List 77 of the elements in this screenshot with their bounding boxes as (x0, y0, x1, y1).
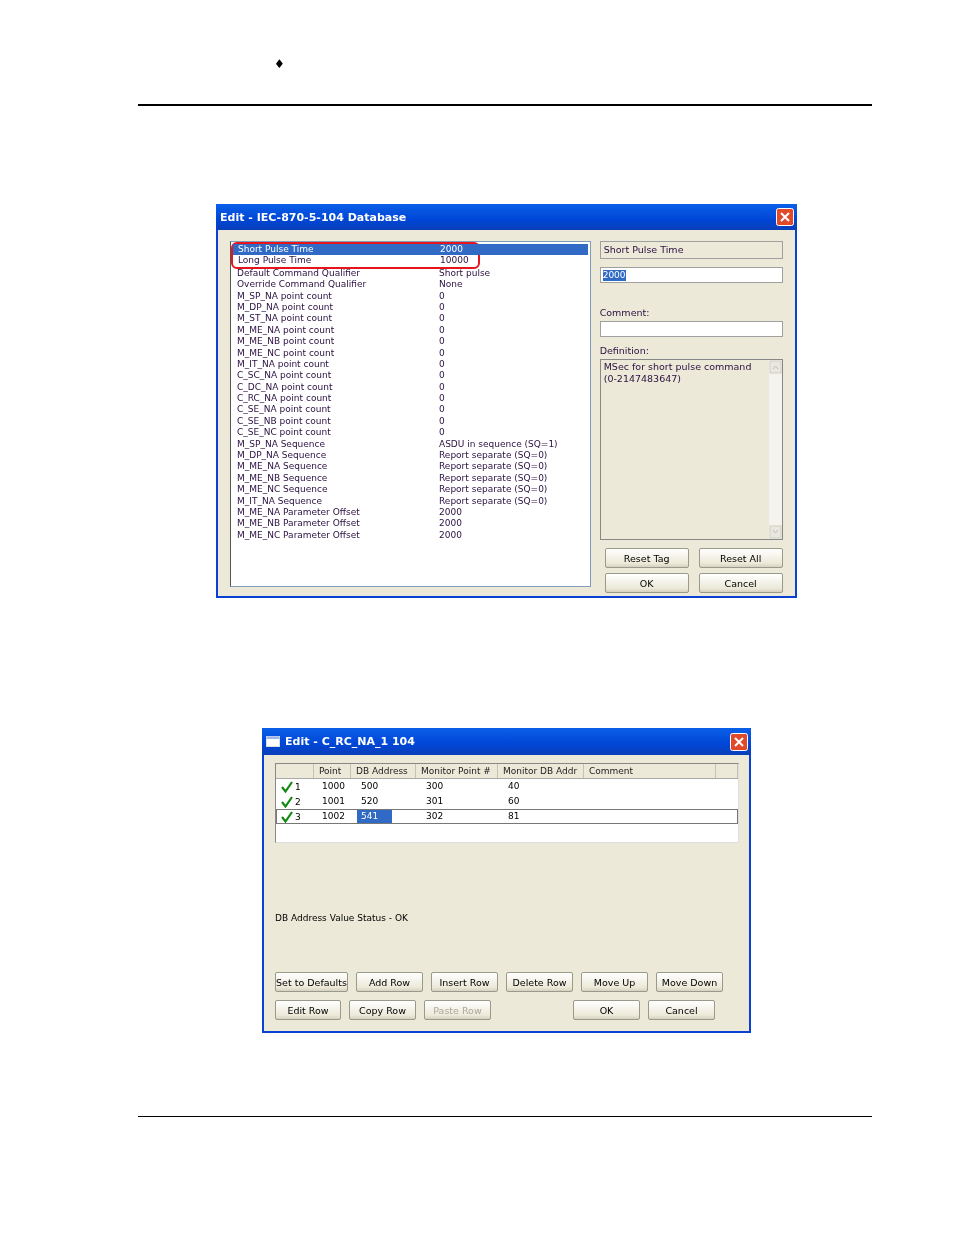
table-cell: 81 (508, 810, 520, 823)
parameter-row[interactable]: M_SP_NA Sequence ASDU in sequence (SQ=1) (232, 438, 590, 451)
parameter-row[interactable]: Override Command Qualifier None (232, 279, 590, 291)
parameter-row[interactable]: C_SE_NC point count 0 (232, 427, 590, 439)
table-cell: 500 (361, 780, 379, 793)
comment-label: Comment: (599, 307, 651, 319)
table-cell: 1000 (322, 780, 345, 793)
parameter-row[interactable]: M_IT_NA Sequence Report separate (SQ=0) (232, 495, 590, 507)
dialog-button[interactable]: Add Row (356, 972, 423, 992)
dialog-button[interactable]: Reset All (698, 548, 783, 568)
parameter-row[interactable]: M_DP_NA Sequence Report separate (SQ=0) (232, 450, 590, 462)
definition-text: MSec for short pulse command (0-2147483647) (602, 360, 753, 386)
close-icon[interactable] (776, 208, 794, 226)
dialog-button[interactable]: OK (573, 1000, 640, 1020)
column-header[interactable]: DB Address (351, 764, 416, 778)
value-input[interactable]: 2000 (599, 267, 783, 283)
table-cell: 541 (357, 810, 393, 823)
parameter-row[interactable]: M_ME_NA Parameter Offset 2000 (232, 507, 590, 519)
table-row[interactable]: 1 1000 500 300 40 (276, 779, 738, 794)
table-cell: 1001 (322, 795, 345, 808)
dialog-button[interactable]: OK (604, 573, 689, 593)
window-title: Edit - IEC-870-5-104 Database (220, 210, 408, 224)
scrollbar[interactable] (769, 360, 782, 539)
dialog-button[interactable]: Cancel (648, 1000, 715, 1020)
dialog-button[interactable]: Delete Row (506, 972, 573, 992)
parameter-row[interactable]: M_ME_NB Sequence Report separate (SQ=0) (232, 472, 590, 485)
dialog-button[interactable]: Move Down (656, 972, 723, 992)
parameter-row[interactable]: Short Pulse Time 2000 (233, 244, 588, 256)
row-number: 3 (295, 811, 301, 822)
parameter-row[interactable]: M_ME_NB point count 0 (232, 336, 590, 348)
parameter-row[interactable]: M_ME_NB Parameter Offset 2000 (232, 518, 590, 530)
column-header[interactable]: Point (314, 764, 351, 778)
dialog-button[interactable]: Move Up (581, 972, 648, 992)
table-cell: 520 (361, 795, 379, 808)
parameter-row[interactable]: C_RC_NA point count 0 (232, 393, 590, 405)
status-text: DB Address Value Status - OK (275, 913, 409, 923)
parameter-row[interactable]: M_ME_NA point count 0 (232, 324, 590, 337)
dialog-button[interactable]: Edit Row (275, 1000, 341, 1020)
dialog-button[interactable]: Copy Row (349, 1000, 416, 1020)
bullet-mark: ♦ (274, 57, 285, 71)
parameter-row[interactable]: C_SE_NB point count 0 (232, 415, 590, 428)
window-icon (266, 736, 280, 747)
window-title: Edit - C_RC_NA_1 104 (285, 735, 416, 748)
parameter-row[interactable]: M_ST_NA point count 0 (232, 313, 590, 325)
parameter-row[interactable]: M_SP_NA point count 0 (232, 290, 590, 302)
table-cell: 60 (508, 795, 520, 808)
parameter-row[interactable]: M_ME_NC point count 0 (232, 347, 590, 359)
dialog-button[interactable]: Reset Tag (604, 548, 689, 568)
parameter-row[interactable]: Long Pulse Time 10000 (233, 255, 588, 267)
tag-name-field: Short Pulse Time (599, 241, 783, 259)
table-cell: 1002 (322, 810, 345, 823)
table-cell: 40 (508, 780, 520, 793)
table-cell: 301 (426, 795, 444, 808)
row-number: 2 (295, 796, 301, 807)
table-row[interactable]: 3 1002 541 302 81 (276, 809, 738, 824)
table-cell: 300 (426, 780, 444, 793)
dialog-button[interactable]: Set to Defaults (275, 972, 348, 992)
parameter-row[interactable]: M_ME_NC Parameter Offset 2000 (232, 529, 590, 542)
dialog-button[interactable]: Insert Row (431, 972, 498, 992)
column-header[interactable]: Comment (584, 764, 716, 778)
parameter-row[interactable]: M_IT_NA point count 0 (232, 358, 590, 371)
comment-input[interactable] (599, 321, 783, 337)
table-cell: 302 (426, 810, 444, 823)
dialog-button[interactable]: Cancel (698, 573, 783, 593)
column-header[interactable]: Monitor Point # (416, 764, 498, 778)
row-number: 1 (295, 781, 301, 792)
parameter-row[interactable]: M_DP_NA point count 0 (232, 301, 590, 314)
table-row[interactable]: 2 1001 520 301 60 (276, 794, 738, 809)
definition-label: Definition: (599, 345, 650, 357)
parameter-row[interactable]: M_ME_NC Sequence Report separate (SQ=0) (232, 484, 590, 496)
parameter-row[interactable]: C_DC_NA point count 0 (232, 381, 590, 394)
close-icon[interactable] (730, 732, 748, 751)
parameter-row[interactable]: Default Command Qualifier Short pulse (232, 267, 590, 280)
parameter-row[interactable]: C_SE_NA point count 0 (232, 404, 590, 416)
parameter-row[interactable]: M_ME_NA Sequence Report separate (SQ=0) (232, 461, 590, 473)
parameter-row[interactable]: C_SC_NA point count 0 (232, 370, 590, 382)
column-header[interactable]: Monitor DB Addr (498, 764, 584, 778)
